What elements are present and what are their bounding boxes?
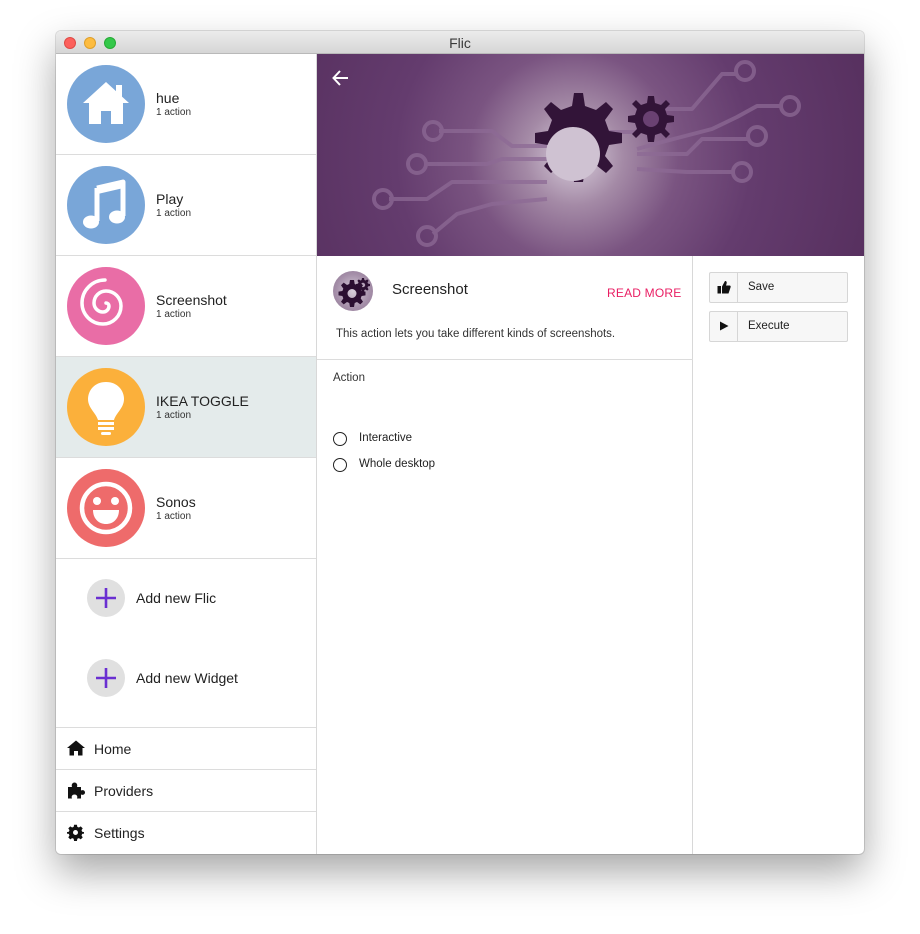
flic-avatar (67, 469, 145, 547)
save-label: Save (748, 281, 775, 293)
flic-action-count: 1 action (156, 208, 192, 219)
plus-icon (96, 588, 116, 608)
nav-item-providers[interactable]: Providers (56, 770, 316, 811)
flic-avatar (67, 368, 145, 446)
execute-icon-cell (710, 312, 738, 341)
sidebar: hue 1 action Play 1 action Screenshot 1 … (56, 54, 317, 854)
execute-button[interactable]: Execute (709, 311, 848, 342)
nav-label-settings: Settings (94, 825, 145, 841)
read-more-link[interactable]: READ MORE (607, 286, 681, 300)
radio-button[interactable] (333, 432, 347, 446)
flic-avatar (67, 267, 145, 345)
flic-action-count: 1 action (156, 511, 192, 522)
spiral-icon (80, 278, 123, 326)
add-new-flic-button[interactable]: Add new Flic (56, 559, 316, 639)
flic-name: Screenshot (156, 292, 227, 308)
app-window: Flic hue 1 action Play 1 action Screensh… (56, 31, 864, 854)
puzzle-icon (68, 782, 85, 799)
flic-name: Play (156, 191, 184, 207)
action-description: This action lets you take different kind… (336, 328, 616, 340)
save-button[interactable]: Save (709, 272, 848, 303)
action-icon (333, 271, 373, 311)
play-icon (720, 321, 729, 331)
action-detail-panel: Screenshot READ MORE This action lets yo… (317, 256, 693, 854)
action-title: Screenshot (392, 281, 468, 298)
flic-item-sonos[interactable]: Sonos 1 action (56, 458, 316, 559)
thumbs-up-icon (717, 281, 731, 294)
flic-item-ikea-toggle[interactable]: IKEA TOGGLE 1 action (56, 357, 316, 458)
flic-item-screenshot[interactable]: Screenshot 1 action (56, 256, 316, 357)
title-bar[interactable]: Flic (56, 31, 864, 54)
music-note-icon (83, 179, 126, 229)
flic-action-count: 1 action (156, 410, 192, 421)
gears-icon (338, 278, 370, 307)
flic-avatar (67, 65, 145, 143)
execute-label: Execute (748, 320, 790, 332)
plus-icon (96, 668, 116, 688)
save-icon-cell (710, 273, 738, 302)
flic-name: Sonos (156, 494, 196, 510)
nav-item-settings[interactable]: Settings (56, 812, 316, 853)
divider (317, 359, 693, 360)
smiley-icon (79, 481, 133, 535)
add-widget-label: Add new Widget (136, 670, 238, 686)
add-new-widget-button[interactable]: Add new Widget (56, 639, 316, 719)
window-title: Flic (449, 35, 471, 51)
flic-item-play[interactable]: Play 1 action (56, 155, 316, 256)
flic-action-count: 1 action (156, 309, 192, 320)
back-arrow-icon[interactable] (331, 68, 351, 88)
home-icon (67, 740, 85, 756)
radio-label: Whole desktop (359, 458, 436, 470)
hero-banner (317, 54, 864, 256)
flic-action-count: 1 action (156, 107, 192, 118)
nav-item-home[interactable]: Home (56, 728, 316, 769)
flic-avatar (67, 166, 145, 244)
gear-icon (67, 824, 84, 841)
add-widget-circle (87, 659, 125, 697)
add-flic-label: Add new Flic (136, 590, 217, 606)
flic-name: IKEA TOGGLE (156, 393, 249, 409)
nav-label-home: Home (94, 741, 132, 757)
radio-label: Interactive (359, 432, 413, 444)
circuit-illustration (372, 60, 801, 247)
action-section-label: Action (333, 372, 365, 384)
add-flic-circle (87, 579, 125, 617)
flic-name: hue (156, 90, 180, 106)
radio-button[interactable] (333, 458, 347, 472)
nav-label-providers: Providers (94, 783, 154, 799)
flic-item-hue[interactable]: hue 1 action (56, 54, 316, 155)
actions-panel: Save Execute (694, 256, 864, 854)
lightbulb-icon (88, 382, 124, 435)
house-icon (83, 82, 129, 124)
